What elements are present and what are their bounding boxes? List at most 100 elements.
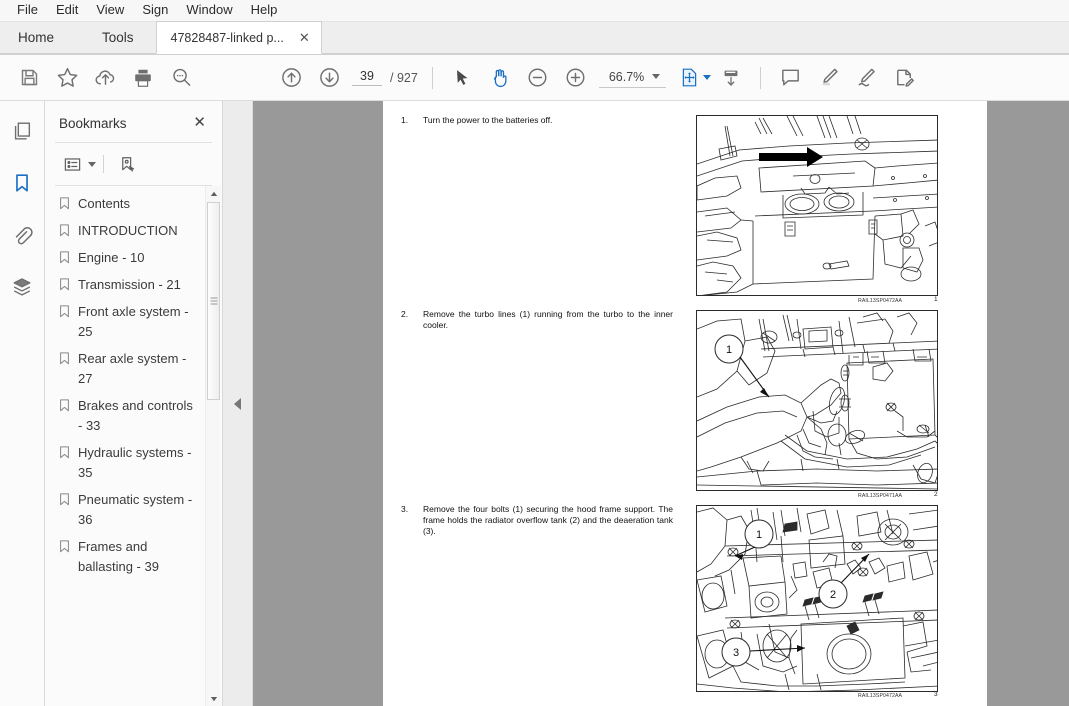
- navigation-rail: [0, 101, 45, 706]
- print-icon[interactable]: [124, 59, 162, 97]
- scrollbar-thumb[interactable]: [207, 202, 220, 400]
- attachments-icon[interactable]: [7, 220, 37, 250]
- zoom-level-control[interactable]: 66.7%: [598, 68, 667, 88]
- sign-icon[interactable]: [847, 59, 885, 97]
- figure-number: 1: [934, 296, 938, 303]
- figure-image: 1: [696, 310, 938, 491]
- fit-page-icon[interactable]: [678, 59, 712, 97]
- bookmark-icon: [59, 305, 70, 318]
- page-thumbnails-icon[interactable]: [7, 116, 37, 146]
- toolbar: / 927 66.7%: [0, 55, 1069, 101]
- comment-icon[interactable]: [771, 59, 809, 97]
- menu-item-view[interactable]: View: [87, 0, 133, 21]
- chevron-down-icon-2[interactable]: [703, 75, 712, 80]
- figure-image: 1 2 3: [696, 505, 938, 692]
- bookmark-label: Contents: [78, 196, 131, 211]
- layers-icon[interactable]: [7, 272, 37, 302]
- scroll-down-icon[interactable]: [206, 691, 221, 706]
- step-number: 1.: [401, 115, 409, 125]
- bookmark-label: Frames and ballasting - 39: [78, 539, 159, 574]
- bookmark-label: Hydraulic systems - 35: [78, 445, 192, 480]
- tab-home[interactable]: Home: [0, 21, 80, 54]
- bookmark-icon: [59, 352, 70, 365]
- chevron-down-icon[interactable]: [88, 161, 96, 167]
- bookmarks-list: Contents INTRODUCTION Engine - 10 Transm…: [45, 186, 222, 706]
- close-icon[interactable]: ✕: [189, 115, 210, 131]
- bookmark-icon: [59, 493, 70, 506]
- scrollbar-grip: [210, 297, 217, 305]
- options-list-icon[interactable]: [59, 152, 85, 176]
- bookmark-item[interactable]: Contents: [59, 194, 222, 214]
- menu-item-window[interactable]: Window: [177, 0, 241, 21]
- upload-cloud-icon[interactable]: [86, 59, 124, 97]
- svg-text:3: 3: [733, 647, 739, 659]
- menu-item-edit[interactable]: Edit: [47, 0, 87, 21]
- svg-text:2: 2: [830, 589, 836, 601]
- svg-text:1: 1: [756, 529, 762, 541]
- bookmarks-scrollbar[interactable]: [205, 186, 221, 706]
- instruction-step: 1. Turn the power to the batteries off.: [401, 115, 673, 126]
- bookmark-item[interactable]: Engine - 10: [59, 248, 222, 268]
- bookmark-label: Engine - 10: [78, 250, 145, 265]
- zoom-in-icon[interactable]: [557, 59, 595, 97]
- bookmark-item[interactable]: Front axle system - 25: [59, 302, 222, 342]
- bookmark-item[interactable]: Transmission - 21: [59, 275, 222, 295]
- close-icon[interactable]: ✕: [296, 31, 313, 45]
- instruction-step: 2. Remove the turbo lines (1) running fr…: [401, 309, 673, 331]
- bookmarks-title: Bookmarks: [59, 115, 127, 131]
- star-icon[interactable]: [48, 59, 86, 97]
- menu-item-sign[interactable]: Sign: [133, 0, 177, 21]
- previous-page-icon[interactable]: [272, 59, 310, 97]
- bookmark-label: Front axle system - 25: [78, 304, 189, 339]
- search-icon[interactable]: [162, 59, 200, 97]
- svg-text:1: 1: [726, 344, 732, 356]
- bookmark-label: Pneumatic system - 36: [78, 492, 193, 527]
- bookmark-icon: [59, 224, 70, 237]
- bookmark-item[interactable]: Frames and ballasting - 39: [59, 537, 222, 577]
- new-bookmark-icon[interactable]: [114, 152, 140, 176]
- figure-number: 2: [934, 491, 938, 498]
- bookmark-item[interactable]: Hydraulic systems - 35: [59, 443, 222, 483]
- tab-document[interactable]: 47828487-linked p... ✕: [155, 21, 322, 54]
- panel-collapse-handle[interactable]: [223, 101, 253, 706]
- bookmark-item[interactable]: Pneumatic system - 36: [59, 490, 222, 530]
- menu-item-help[interactable]: Help: [242, 0, 287, 21]
- bookmark-icon: [59, 197, 70, 210]
- tab-tools[interactable]: Tools: [80, 21, 156, 54]
- divider-vertical: [103, 155, 104, 173]
- scroll-up-icon[interactable]: [206, 186, 221, 201]
- step-number: 2.: [401, 309, 409, 319]
- bookmark-item[interactable]: INTRODUCTION: [59, 221, 222, 241]
- figure-number: 3: [934, 691, 938, 698]
- bookmark-icon: [59, 251, 70, 264]
- page-total-label: / 927: [390, 70, 418, 85]
- highlight-icon[interactable]: [809, 59, 847, 97]
- bookmarks-icon[interactable]: [7, 168, 37, 198]
- save-icon[interactable]: [10, 59, 48, 97]
- bookmark-label: Brakes and controls - 33: [78, 398, 193, 433]
- bookmark-item[interactable]: Brakes and controls - 33: [59, 396, 222, 436]
- toolbar-divider-1: [431, 66, 433, 89]
- zoom-out-icon[interactable]: [519, 59, 557, 97]
- bookmark-item[interactable]: Rear axle system - 27: [59, 349, 222, 389]
- bookmarks-toolbar: [45, 143, 222, 185]
- bookmark-icon: [59, 446, 70, 459]
- zoom-level-label: 66.7%: [608, 69, 645, 84]
- chevron-left-icon[interactable]: [234, 397, 241, 410]
- chevron-down-icon[interactable]: [652, 74, 661, 79]
- figure-caption: RAIL13SP0471AA: [858, 493, 903, 499]
- menu-item-file[interactable]: File: [8, 0, 47, 21]
- next-page-icon[interactable]: [310, 59, 348, 97]
- step-text: Remove the turbo lines (1) running from …: [423, 309, 673, 330]
- bookmark-label: INTRODUCTION: [78, 223, 178, 238]
- page-navigation: / 927: [352, 69, 418, 86]
- page-number-input[interactable]: [352, 69, 382, 86]
- document-viewer[interactable]: 1. Turn the power to the batteries off.: [253, 101, 1069, 706]
- menu-bar: File Edit View Sign Window Help: [0, 0, 1069, 22]
- bookmarks-panel: Bookmarks ✕ Contents INTRODUCTION Engine…: [45, 101, 223, 706]
- fill-and-sign-icon[interactable]: [885, 59, 923, 97]
- scroll-mode-icon[interactable]: [712, 59, 750, 97]
- figure-caption: RAIL13SP0472AA: [858, 693, 903, 699]
- hand-tool-icon[interactable]: [481, 59, 519, 97]
- select-cursor-icon[interactable]: [443, 59, 481, 97]
